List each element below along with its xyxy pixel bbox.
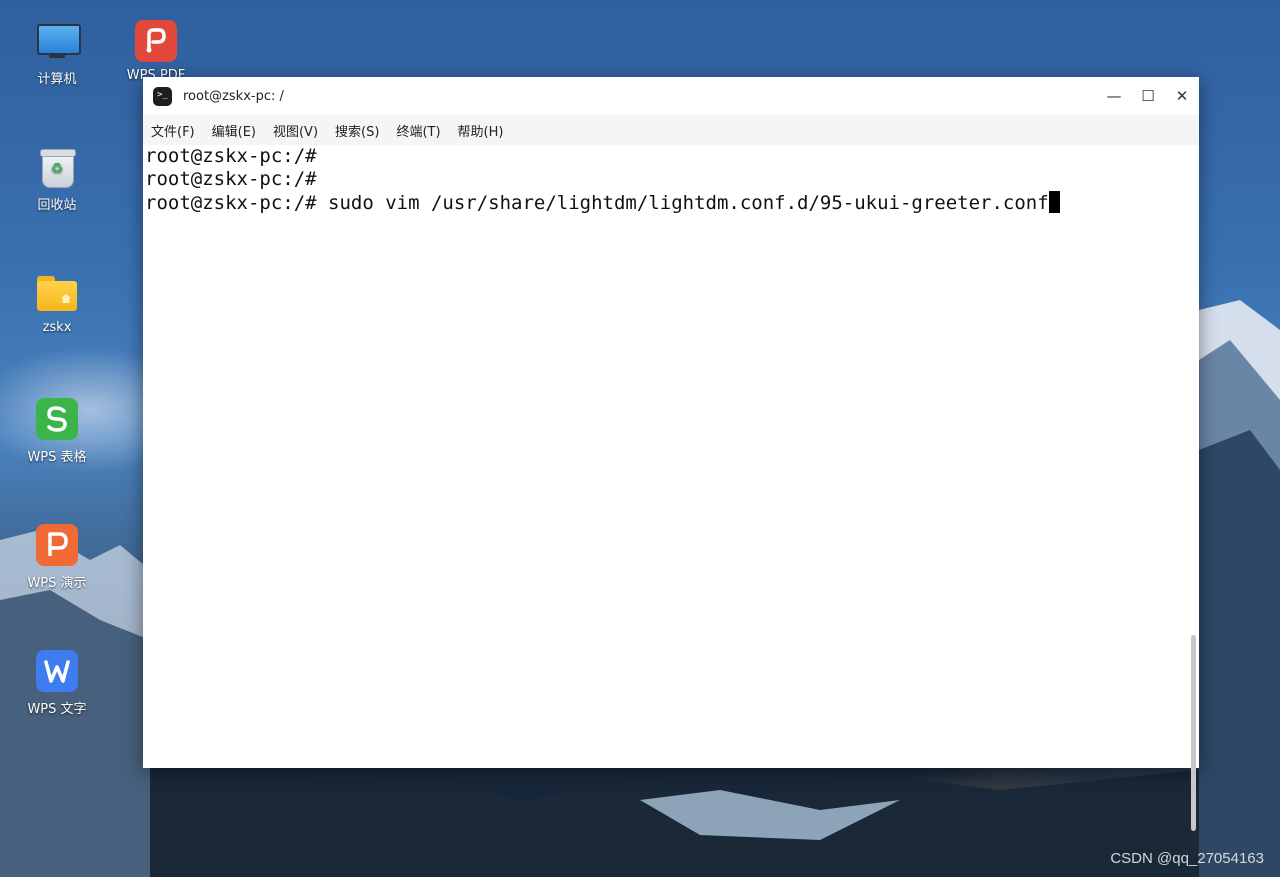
wps-writer-icon xyxy=(36,650,78,692)
home-folder-icon xyxy=(36,272,78,314)
desktop-icon-label: WPS 表格 xyxy=(27,450,87,465)
desktop-icon-wps-presentation[interactable]: WPS 演示 xyxy=(7,524,107,591)
close-icon: ✕ xyxy=(1175,87,1189,105)
desktop-icon-label: 计算机 xyxy=(37,72,77,87)
text-cursor xyxy=(1048,191,1060,213)
window-title: root@zskx-pc: / xyxy=(183,88,284,104)
desktop-icon-label: WPS 演示 xyxy=(27,576,87,591)
computer-icon xyxy=(36,20,81,62)
terminal-line-current: root@zskx-pc:/# sudo vim /usr/share/ligh… xyxy=(145,191,1197,214)
desktop-icon-wps-writer[interactable]: WPS 文字 xyxy=(7,650,107,717)
desktop-icon-wps-spreadsheet[interactable]: WPS 表格 xyxy=(7,398,107,465)
wps-spreadsheet-icon xyxy=(36,398,78,440)
maximize-button[interactable]: ☐ xyxy=(1131,77,1165,115)
minimize-icon: — xyxy=(1106,87,1122,105)
terminal-icon: >_ xyxy=(153,86,172,106)
terminal-command: root@zskx-pc:/# sudo vim /usr/share/ligh… xyxy=(145,192,1049,214)
menu-terminal[interactable]: 终端(T) xyxy=(396,121,440,140)
terminal-line: root@zskx-pc:/# xyxy=(145,168,317,190)
maximize-icon: ☐ xyxy=(1141,87,1155,105)
menubar: 文件(F) 编辑(E) 视图(V) 搜索(S) 终端(T) 帮助(H) xyxy=(143,115,1199,145)
wps-presentation-icon xyxy=(36,524,78,566)
desktop-icon-label: 回收站 xyxy=(37,198,77,213)
desktop-icon-trash[interactable]: ♻ 回收站 xyxy=(7,146,107,213)
desktop-icon-label: zskx xyxy=(42,320,72,335)
scrollbar[interactable] xyxy=(1191,635,1196,831)
minimize-button[interactable]: — xyxy=(1097,77,1131,115)
desktop-icon-wps-pdf[interactable]: WPS PDF xyxy=(106,20,206,83)
menu-file[interactable]: 文件(F) xyxy=(151,121,195,140)
menu-help[interactable]: 帮助(H) xyxy=(458,121,504,140)
window-titlebar[interactable]: >_ root@zskx-pc: / — ☐ ✕ xyxy=(143,77,1199,115)
desktop-icon-label: WPS 文字 xyxy=(27,702,87,717)
menu-search[interactable]: 搜索(S) xyxy=(335,121,379,140)
terminal-window[interactable]: >_ root@zskx-pc: / — ☐ ✕ 文件(F) 编辑(E) 视图(… xyxy=(143,77,1199,831)
desktop-icon-home-folder[interactable]: zskx xyxy=(7,272,107,335)
desktop-icon-computer[interactable]: 计算机 xyxy=(7,20,107,87)
terminal-output[interactable]: root@zskx-pc:/# root@zskx-pc:/# root@zsk… xyxy=(143,145,1199,831)
terminal-line: root@zskx-pc:/# xyxy=(145,145,317,167)
trash-icon: ♻ xyxy=(36,146,78,188)
menu-view[interactable]: 视图(V) xyxy=(273,121,318,140)
close-button[interactable]: ✕ xyxy=(1165,77,1199,115)
wps-pdf-icon xyxy=(135,20,177,62)
menu-edit[interactable]: 编辑(E) xyxy=(212,121,256,140)
watermark: CSDN @qq_27054163 xyxy=(1110,850,1264,867)
